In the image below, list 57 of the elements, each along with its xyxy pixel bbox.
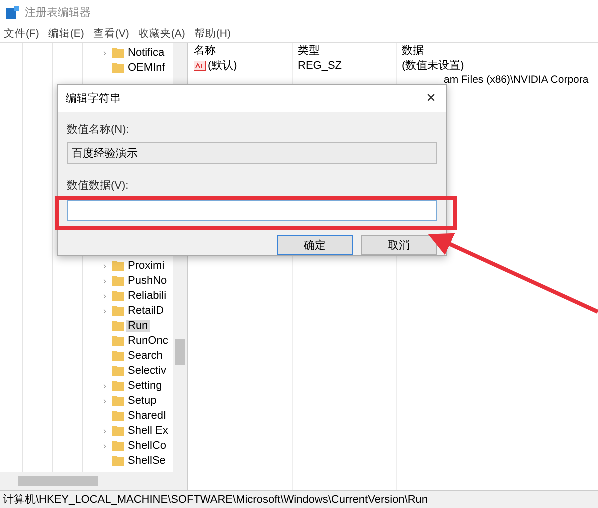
registry-icon	[6, 6, 19, 19]
string-value-icon	[194, 60, 206, 70]
folder-icon	[112, 365, 124, 376]
folder-icon	[112, 47, 124, 58]
tree-item[interactable]: OEMInf	[126, 62, 168, 74]
tree-item[interactable]: Run	[126, 320, 150, 332]
value-data: am Files (x86)\NVIDIA Corpora	[444, 74, 589, 86]
value-data-field[interactable]	[67, 200, 437, 221]
folder-icon	[112, 320, 124, 331]
value-name[interactable]: (默认)	[194, 58, 298, 73]
folder-icon	[112, 305, 124, 316]
dialog-button[interactable]: 取消	[361, 235, 437, 255]
folder-icon	[112, 395, 124, 406]
value-data: (数值未设置)	[402, 59, 466, 73]
folder-icon	[112, 290, 124, 301]
column-header[interactable]: 名称	[194, 43, 298, 58]
folder-icon	[112, 275, 124, 286]
field-label: 数值数据(V):	[67, 179, 129, 192]
tree-item[interactable]: Reliabili	[126, 290, 169, 302]
folder-icon	[112, 410, 124, 421]
tree-item[interactable]: RunOnc	[126, 334, 170, 346]
folder-icon	[112, 455, 124, 466]
folder-icon	[112, 260, 124, 271]
menu-item[interactable]: 收藏夹(A)	[138, 26, 186, 40]
tree-item[interactable]: Proximi	[126, 260, 167, 272]
folder-icon	[112, 350, 124, 361]
column-header[interactable]: 数据	[402, 43, 598, 58]
close-button[interactable]: ×	[424, 90, 438, 108]
folder-icon	[112, 380, 124, 391]
menu-item[interactable]: 帮助(H)	[194, 26, 231, 40]
horizontal-scrollbar[interactable]	[0, 472, 187, 490]
field-label: 数值名称(N):	[67, 123, 130, 136]
column-header[interactable]: 类型	[298, 43, 402, 58]
tree-item[interactable]: RetailD	[126, 304, 166, 316]
value-type: REG_SZ	[298, 60, 344, 72]
tree-item[interactable]: SharedI	[126, 410, 169, 422]
tree-item[interactable]: Setting	[126, 380, 164, 392]
folder-icon	[112, 440, 124, 451]
tree-item[interactable]: ShellSe	[126, 454, 168, 466]
menu-item[interactable]: 查看(V)	[93, 26, 130, 40]
status-path: 计算机\HKEY_LOCAL_MACHINE\SOFTWARE\Microsoft\Windows\CurrentVersion\Run	[3, 493, 428, 507]
folder-icon	[112, 425, 124, 436]
tree-item[interactable]: Notifica	[126, 46, 167, 58]
tree-item[interactable]: ShellCo	[126, 440, 169, 452]
menu-item[interactable]: 文件(F)	[4, 26, 40, 40]
tree-item[interactable]: Setup	[126, 394, 159, 406]
tree-item[interactable]: PushNo	[126, 274, 170, 286]
dialog-title: 编辑字符串	[66, 92, 121, 106]
folder-icon	[112, 62, 124, 73]
tree-item[interactable]: Search	[126, 350, 165, 362]
tree-item[interactable]: Shell Ex	[126, 424, 170, 436]
value-name-field: 百度经验演示	[67, 142, 437, 164]
folder-icon	[112, 335, 124, 346]
window-title: 注册表编辑器	[25, 6, 91, 20]
menu-item[interactable]: 编辑(E)	[48, 26, 84, 40]
dialog-button[interactable]: 确定	[277, 235, 353, 255]
tree-item[interactable]: Selectiv	[126, 364, 169, 376]
